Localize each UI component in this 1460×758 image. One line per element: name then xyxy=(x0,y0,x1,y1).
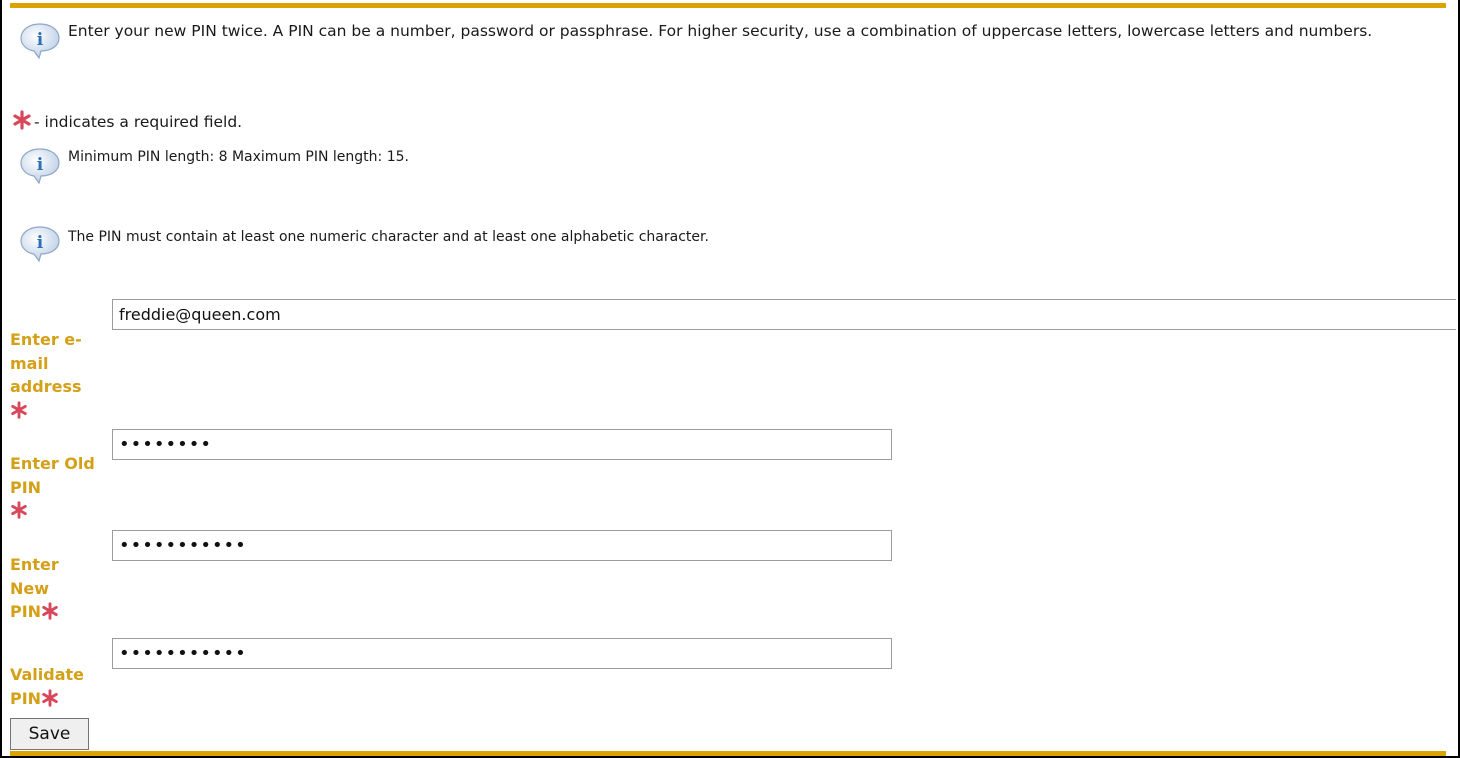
email-label-text: Enter e-mail address xyxy=(10,330,82,396)
save-button[interactable]: Save xyxy=(10,718,89,750)
old-pin-input[interactable] xyxy=(112,429,892,460)
pin-length-info: Minimum PIN length: 8 Maximum PIN length… xyxy=(68,149,409,165)
email-label: Enter e-mail address xyxy=(10,328,110,422)
info-icon: i xyxy=(20,23,60,60)
required-star-icon xyxy=(11,501,27,519)
validate-pin-input[interactable] xyxy=(112,638,892,669)
bottom-accent-bar xyxy=(10,751,1446,756)
required-star-icon xyxy=(11,400,27,419)
info-icon: i xyxy=(20,148,60,185)
top-accent-bar xyxy=(10,3,1446,8)
pin-rule-info: The PIN must contain at least one numeri… xyxy=(68,229,709,245)
svg-text:i: i xyxy=(37,155,44,175)
validate-pin-label: Validate PIN xyxy=(10,663,108,710)
intro-text: Enter your new PIN twice. A PIN can be a… xyxy=(68,22,1373,40)
new-pin-label: Enter New PIN xyxy=(10,553,80,624)
required-star-icon xyxy=(42,688,58,707)
new-pin-input[interactable] xyxy=(112,530,892,561)
email-input[interactable] xyxy=(112,299,1456,330)
required-star-icon xyxy=(42,602,58,620)
required-note: - indicates a required field. xyxy=(34,113,243,131)
svg-text:i: i xyxy=(37,233,44,253)
old-pin-label-text: Enter Old PIN xyxy=(10,454,95,497)
info-icon: i xyxy=(20,226,60,263)
old-pin-label: Enter Old PIN xyxy=(10,452,110,523)
required-star-icon xyxy=(13,110,31,130)
svg-text:i: i xyxy=(37,30,44,50)
